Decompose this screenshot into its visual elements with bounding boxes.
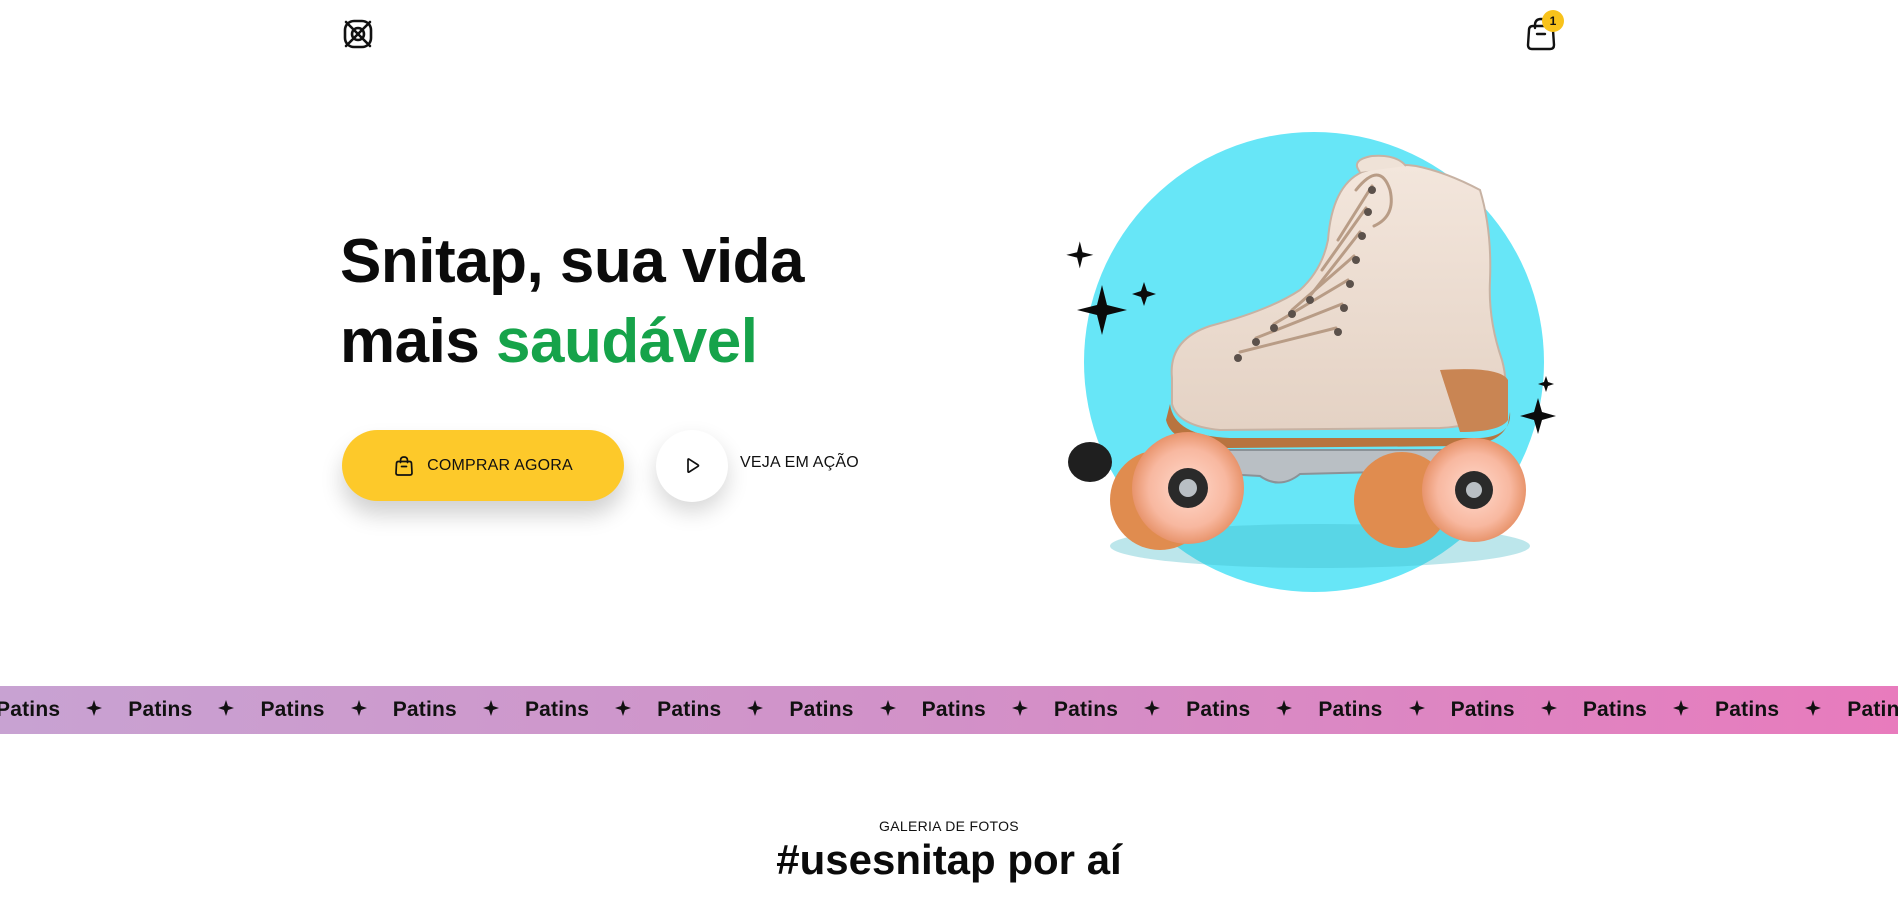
marquee-word: Patins — [921, 698, 986, 721]
hero-title-accent: saudável — [496, 307, 758, 376]
sparkle-star-icon — [1011, 699, 1028, 721]
hero-roller-skate-image — [1066, 132, 1556, 592]
hero-title-line2: mais — [340, 307, 497, 376]
marquee-item: Patins — [631, 698, 764, 722]
marquee-item: Patins — [1160, 698, 1293, 722]
marquee-item: Patins — [1821, 698, 1898, 722]
toe-stop — [1068, 442, 1112, 482]
play-video-button[interactable] — [656, 430, 728, 502]
marquee-word: Patins — [1318, 698, 1383, 721]
marquee-item: Patins — [1557, 698, 1690, 722]
marquee-track: Patins Patins Patins Patins Patins Patins Pati… — [0, 686, 1898, 734]
marquee-word: Patins — [1847, 698, 1898, 721]
play-video-label[interactable]: VEJA EM AÇÃO — [740, 454, 859, 472]
marquee-word: Patins — [1715, 698, 1780, 721]
marquee-item: Patins — [499, 698, 632, 722]
gallery-eyebrow: GALERIA DE FOTOS — [879, 818, 1019, 834]
sparkle-star-icon — [1144, 699, 1161, 721]
shopping-bag-icon — [395, 455, 413, 476]
marquee-word: Patins — [657, 698, 722, 721]
marquee-word: Patins — [392, 698, 457, 721]
page: 1 Snitap, sua vida mais saudável COMPRAR… — [0, 0, 1898, 907]
sparkle-star-icon — [1276, 699, 1293, 721]
hero-title: Snitap, sua vida mais saudável — [340, 222, 940, 382]
marquee-item: Patins — [234, 698, 367, 722]
cart-count-badge: 1 — [1542, 10, 1564, 32]
gallery-title: #usesnitap por aí — [776, 836, 1122, 883]
marquee-word: Patins — [260, 698, 325, 721]
sparkle-star-icon — [879, 699, 896, 721]
marquee-word: Patins — [1450, 698, 1515, 721]
sparkle-star-icon — [615, 699, 632, 721]
sparkle-star-icon — [1540, 699, 1557, 721]
marquee-item: Patins — [1689, 698, 1822, 722]
marquee-item: Patins — [102, 698, 235, 722]
marquee-word: Patins — [1053, 698, 1119, 721]
marquee-word: Patins — [789, 698, 854, 721]
marquee-word: Patins — [0, 698, 61, 721]
sparkle-star-icon — [1408, 699, 1425, 721]
buy-now-label: COMPRAR AGORA — [427, 456, 573, 474]
patins-marquee-banner: Patins Patins Patins Patins Patins Patins Pati… — [0, 686, 1898, 734]
marquee-item: Patins — [1425, 698, 1557, 722]
marquee-item: Patins — [1292, 698, 1425, 722]
hero-title-line1: Snitap, sua vida — [340, 227, 805, 296]
sparkle-star-icon — [218, 699, 235, 721]
play-icon — [687, 458, 700, 474]
marquee-item: Patins — [1028, 698, 1161, 722]
marquee-item: Patins — [763, 698, 896, 722]
marquee-item: Patins — [367, 698, 499, 722]
sparkle-star-icon — [1805, 699, 1822, 721]
marquee-word: Patins — [524, 698, 590, 721]
marquee-word: Patins — [1186, 698, 1251, 721]
marquee-item: Patins — [896, 698, 1028, 722]
sparkle-star-icon — [482, 699, 499, 721]
sparkle-star-icon — [1673, 699, 1690, 721]
buy-now-button[interactable]: COMPRAR AGORA — [342, 430, 624, 501]
marquee-word: Patins — [1582, 698, 1648, 721]
sparkle-star-icon — [350, 699, 367, 721]
sparkle-star-icon — [747, 699, 764, 721]
sparkle-star-icon — [86, 699, 103, 721]
marquee-word: Patins — [128, 698, 193, 721]
snitap-logo-icon[interactable] — [340, 16, 376, 52]
marquee-item: Patins — [0, 698, 103, 722]
